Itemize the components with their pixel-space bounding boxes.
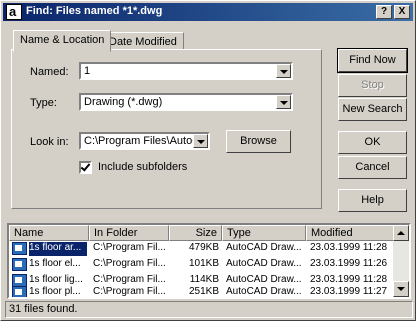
file-type: AutoCAD Draw... (226, 274, 302, 285)
named-combobox[interactable]: 1 (79, 62, 293, 80)
file-type: AutoCAD Draw... (226, 286, 302, 297)
look-in-combobox[interactable]: C:\Program Files\AutoCA (79, 132, 210, 150)
table-row[interactable]: 1s floor el... C:\Program Fil... 101KB A… (9, 257, 395, 273)
help-title-button[interactable]: ? (376, 5, 392, 19)
file-modified: 23.03.1999 11:26 (310, 258, 388, 269)
file-size: 101KB (188, 258, 219, 269)
file-size: 479KB (188, 242, 219, 253)
file-modified: 23.03.1999 11:27 (310, 286, 388, 297)
column-header-name[interactable]: Name (9, 225, 89, 241)
named-value: 1 (84, 65, 91, 77)
named-label: Named: (30, 66, 69, 78)
chevron-down-icon[interactable] (276, 64, 291, 78)
tab-date-modified[interactable]: Date Modified (102, 32, 184, 50)
find-now-button[interactable]: Find Now (337, 48, 408, 73)
file-modified: 23.03.1999 11:28 (310, 242, 388, 253)
file-name: 1s floor lig... (29, 274, 83, 285)
column-header-type[interactable]: Type (222, 225, 306, 241)
find-dialog: a Find: Files named *1*.dwg ? X Name & L… (0, 0, 416, 321)
dwg-file-icon (12, 258, 27, 271)
results-list[interactable]: Name In Folder Size Type Modified 1s flo… (7, 223, 411, 299)
file-folder: C:\Program Fil... (93, 242, 166, 253)
table-row[interactable]: 1s floor ar... C:\Program Fil... 479KB A… (9, 241, 395, 257)
file-name: 1s floor el... (29, 258, 81, 269)
file-name: 1s floor pl... (29, 286, 81, 297)
column-header-in-folder[interactable]: In Folder (89, 225, 169, 241)
chevron-down-icon[interactable] (193, 134, 208, 148)
file-size: 251KB (188, 286, 219, 297)
dwg-file-icon (12, 242, 27, 255)
type-label: Type: (30, 97, 57, 109)
ok-button[interactable]: OK (338, 131, 407, 154)
scroll-up-icon[interactable] (393, 225, 409, 241)
scroll-down-icon[interactable] (393, 281, 409, 297)
title-bar[interactable]: a Find: Files named *1*.dwg ? X (3, 3, 413, 21)
chevron-down-icon[interactable] (276, 95, 291, 109)
file-type: AutoCAD Draw... (226, 242, 302, 253)
type-combobox[interactable]: Drawing (*.dwg) (79, 93, 293, 111)
file-type: AutoCAD Draw... (226, 258, 302, 269)
close-button[interactable]: X (394, 5, 410, 19)
file-modified: 23.03.1999 11:28 (310, 274, 388, 285)
status-bar: 31 files found. (5, 301, 413, 318)
file-folder: C:\Program Fil... (93, 258, 166, 269)
file-folder: C:\Program Fil... (93, 286, 166, 297)
table-row[interactable]: 1s floor pl... C:\Program Fil... 251KB A… (9, 285, 395, 297)
column-header-modified[interactable]: Modified (306, 225, 396, 241)
name-location-panel: Named: 1 Type: Drawing (*.dwg) Look in: … (11, 49, 322, 209)
vertical-scrollbar[interactable] (393, 225, 409, 297)
column-header-size[interactable]: Size (169, 225, 222, 241)
cancel-button[interactable]: Cancel (338, 156, 407, 179)
window-title: Find: Files named *1*.dwg (26, 5, 163, 17)
include-subfolders-label[interactable]: Include subfolders (98, 161, 187, 173)
autocad-app-icon: a (6, 4, 22, 20)
dwg-file-icon (12, 286, 27, 297)
file-name: 1s floor ar... (29, 242, 87, 256)
browse-button[interactable]: Browse (226, 130, 291, 153)
file-folder: C:\Program Fil... (93, 274, 166, 285)
file-size: 114KB (189, 274, 219, 285)
stop-button[interactable]: Stop (338, 74, 407, 97)
help-button[interactable]: Help (338, 189, 407, 212)
include-subfolders-checkbox[interactable] (79, 161, 92, 174)
look-in-value: C:\Program Files\AutoCA (84, 135, 208, 147)
look-in-label: Look in: (30, 136, 69, 148)
type-value: Drawing (*.dwg) (84, 96, 163, 108)
tab-name-location[interactable]: Name & Location (13, 30, 112, 52)
new-search-button[interactable]: New Search (338, 98, 407, 121)
